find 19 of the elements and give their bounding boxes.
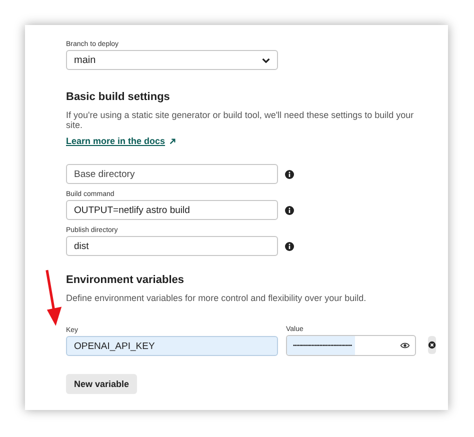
docs-link[interactable]: Learn more in the docs: [66, 136, 176, 146]
branch-select[interactable]: main: [66, 50, 278, 70]
section-description: If you're using a static site generator or build tool, we'll need these settings to build your site.: [66, 110, 415, 130]
new-variable-button[interactable]: New variable: [66, 374, 138, 394]
section-heading: Basic build settings: [66, 91, 171, 103]
remove-button[interactable]: [428, 336, 436, 354]
info-icon[interactable]: [285, 170, 294, 178]
text-field[interactable]: Base directory: [66, 164, 278, 184]
text-field[interactable]: dist: [66, 236, 278, 256]
external-link-icon: [169, 138, 176, 144]
key-field[interactable]: OPENAI_API_KEY: [66, 336, 278, 356]
info-icon[interactable]: [285, 206, 294, 214]
section-heading: Environment variables: [66, 274, 185, 286]
chevron-down-icon: [262, 58, 270, 62]
info-icon[interactable]: [285, 242, 294, 250]
section-description: Define environment variables for more control and flexibility over your build.: [66, 293, 368, 303]
text-field[interactable]: OUTPUT=netlify astro build: [66, 200, 278, 220]
eye-icon[interactable]: [400, 342, 410, 349]
close-icon: [428, 341, 436, 349]
